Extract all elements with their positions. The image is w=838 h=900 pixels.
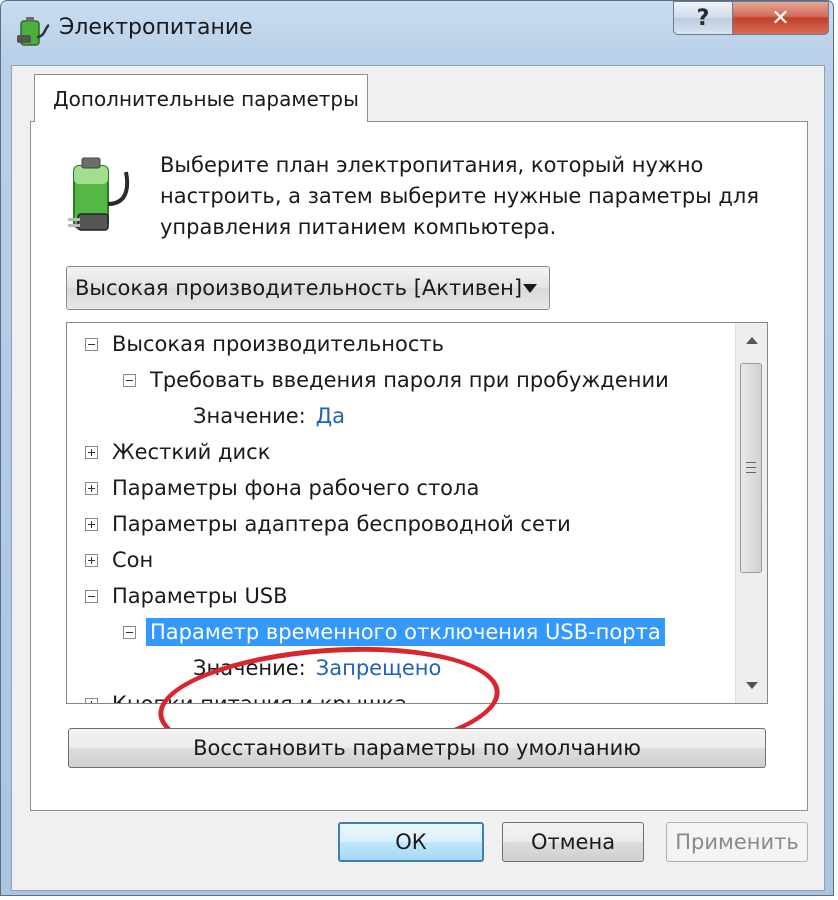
collapse-icon[interactable] — [85, 589, 98, 603]
expand-icon[interactable] — [85, 553, 98, 567]
grip-line — [746, 462, 756, 463]
tree-item-password-value[interactable]: Значение: Да — [193, 399, 345, 433]
window-title: Электропитание — [59, 15, 253, 40]
tab-advanced-settings[interactable]: Дополнительные параметры — [34, 74, 368, 122]
tree-item-label: Сон — [112, 548, 154, 572]
grip-line — [746, 472, 756, 473]
collapse-icon[interactable] — [123, 625, 136, 639]
vertical-scrollbar[interactable] — [735, 323, 767, 703]
scroll-down-icon[interactable] — [746, 682, 758, 689]
restore-defaults-button[interactable]: Восстановить параметры по умолчанию — [68, 728, 766, 768]
title-bar[interactable]: Электропитание ? ✕ — [1, 1, 833, 57]
tree-item-label: Параметры фона рабочего стола — [112, 476, 480, 500]
scroll-up-icon[interactable] — [746, 337, 758, 344]
description-text: Выберите план электропитания, который ну… — [160, 153, 759, 239]
chevron-down-icon — [523, 284, 537, 293]
tree-item-label: Высокая производительность — [112, 332, 445, 356]
expand-icon[interactable] — [85, 481, 98, 495]
tree-item-high-performance[interactable]: Высокая производительность — [85, 327, 444, 361]
settings-tree[interactable]: Высокая производительность Требовать вве… — [66, 322, 768, 704]
power-plan-dropdown[interactable]: Высокая производительность [Активен] — [66, 266, 550, 310]
power-plan-selected: Высокая производительность [Активен] — [75, 276, 523, 300]
tree-item-label: Параметры адаптера беспроводной сети — [112, 512, 571, 536]
tree-item-wireless-adapter[interactable]: Параметры адаптера беспроводной сети — [85, 507, 571, 541]
expand-icon[interactable] — [85, 697, 98, 703]
value-link-password[interactable]: Да — [316, 404, 345, 428]
grip-line — [746, 467, 756, 468]
tree-item-sleep[interactable]: Сон — [85, 543, 153, 577]
tree-item-hard-disk[interactable]: Жесткий диск — [85, 435, 270, 469]
tree-item-label: Жесткий диск — [112, 440, 271, 464]
dialog-client-area: Дополнительные параметры Выберите план э… — [11, 65, 825, 891]
tree-item-label: Параметры USB — [112, 584, 288, 608]
power-options-window: Электропитание ? ✕ Дополнительные параме… — [0, 0, 834, 896]
value-label: Значение: — [193, 404, 306, 428]
help-button[interactable]: ? — [673, 1, 733, 35]
expand-icon[interactable] — [85, 517, 98, 531]
tree-item-require-password[interactable]: Требовать введения пароля при пробуждени… — [123, 363, 669, 397]
tree-item-label: Требовать введения пароля при пробуждени… — [150, 368, 669, 392]
apply-button[interactable]: Применить — [666, 822, 808, 862]
expand-icon[interactable] — [85, 445, 98, 459]
tree-item-usb-settings[interactable]: Параметры USB — [85, 579, 288, 613]
tree-item-label-selected: Параметр временного отключения USB-порта — [146, 618, 665, 646]
tree-item-desktop-background[interactable]: Параметры фона рабочего стола — [85, 471, 479, 505]
collapse-icon[interactable] — [85, 337, 98, 351]
scrollbar-thumb[interactable] — [740, 363, 762, 573]
tree-item-usb-selective-suspend[interactable]: Параметр временного отключения USB-порта — [123, 615, 665, 649]
cancel-button[interactable]: Отмена — [502, 822, 644, 862]
close-button[interactable]: ✕ — [733, 1, 829, 35]
caption-buttons: ? ✕ — [673, 1, 829, 37]
power-plug-icon — [17, 17, 50, 46]
collapse-icon[interactable] — [123, 373, 136, 387]
ok-button[interactable]: ОК — [338, 822, 484, 862]
battery-plug-icon — [68, 157, 130, 231]
settings-tree-content: Высокая производительность Требовать вве… — [67, 323, 735, 703]
